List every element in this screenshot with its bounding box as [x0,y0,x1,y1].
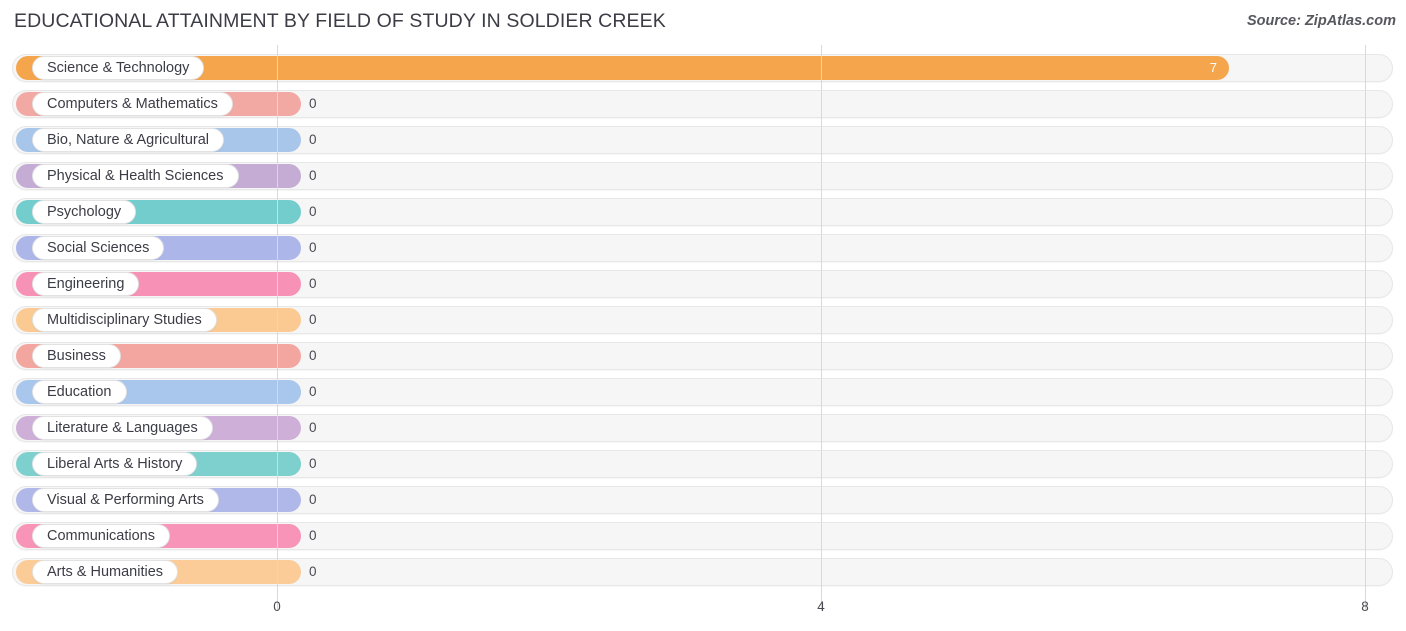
category-label: Communications [47,527,155,544]
category-label: Education [47,383,112,400]
chart-row[interactable]: 0 Business [0,338,1406,374]
category-label-pill[interactable]: Visual & Performing Arts [32,488,219,512]
source-attribution: Source: ZipAtlas.com [1246,13,1396,29]
chart-row[interactable]: 0 Multidisciplinary Studies [0,302,1406,338]
category-label-pill[interactable]: Social Sciences [32,236,165,260]
gridline-8 [1365,45,1366,597]
chart-row[interactable]: 0 Education [0,374,1406,410]
category-label: Multidisciplinary Studies [47,311,202,328]
chart-header: EDUCATIONAL ATTAINMENT BY FIELD OF STUDY… [0,0,1406,45]
chart-row[interactable]: 0 Social Sciences [0,230,1406,266]
bar-value-label: 0 [309,492,317,507]
x-tick-label: 0 [273,599,281,614]
x-tick-label: 4 [817,599,825,614]
x-tick-label: 8 [1361,599,1369,614]
category-label-pill[interactable]: Literature & Languages [32,416,213,440]
category-label: Bio, Nature & Agricultural [47,131,209,148]
bar-value-label: 0 [309,564,317,579]
chart-row[interactable]: 0 Visual & Performing Arts [0,482,1406,518]
page-title: EDUCATIONAL ATTAINMENT BY FIELD OF STUDY… [14,10,666,32]
chart-row[interactable]: 0 Engineering [0,266,1406,302]
category-label: Arts & Humanities [47,563,164,580]
category-label: Computers & Mathematics [47,95,218,112]
chart-row[interactable]: 0 Bio, Nature & Agricultural [0,122,1406,158]
bar-value-label: 0 [309,312,317,327]
category-label-pill[interactable]: Engineering [32,272,140,296]
bar-value-label: 0 [309,204,317,219]
category-label-pill[interactable]: Communications [32,524,170,548]
category-label-pill[interactable]: Education [32,380,127,404]
bar-value-label: 0 [309,132,317,147]
category-label-pill[interactable]: Bio, Nature & Agricultural [32,128,224,152]
category-label-pill[interactable]: Multidisciplinary Studies [32,308,217,332]
category-label: Literature & Languages [47,419,198,436]
category-label: Engineering [47,275,125,292]
chart-plot-area: 7 Science & Technology 0 Computers & Mathem… [0,45,1406,597]
chart-row[interactable]: 0 Communications [0,518,1406,554]
chart-row[interactable]: 0 Computers & Mathematics [0,86,1406,122]
category-label: Social Sciences [47,239,150,256]
bar-value-label: 0 [309,168,317,183]
bar-value-label: 0 [309,456,317,471]
category-label-pill[interactable]: Computers & Mathematics [32,92,233,116]
bar-value-label: 0 [309,96,317,111]
chart-row[interactable]: 0 Psychology [0,194,1406,230]
chart-row[interactable]: 0 Arts & Humanities [0,554,1406,590]
bar-value-label: 0 [309,528,317,543]
chart-row[interactable]: 0 Literature & Languages [0,410,1406,446]
category-label: Physical & Health Sciences [47,167,224,184]
chart-row[interactable]: 0 Liberal Arts & History [0,446,1406,482]
bar-value-label: 7 [1209,60,1217,75]
bar-value-label: 0 [309,384,317,399]
bar-value-label: 0 [309,420,317,435]
chart-row[interactable]: 0 Physical & Health Sciences [0,158,1406,194]
category-label: Liberal Arts & History [47,455,183,472]
bar-value-label: 0 [309,240,317,255]
category-label: Business [47,347,106,364]
category-label-pill[interactable]: Science & Technology [32,56,205,80]
bar-value-label: 0 [309,348,317,363]
category-label-pill[interactable]: Liberal Arts & History [32,452,198,476]
category-label: Science & Technology [47,59,190,76]
category-label-pill[interactable]: Arts & Humanities [32,560,179,584]
category-label: Visual & Performing Arts [47,491,204,508]
category-label-pill[interactable]: Psychology [32,200,137,224]
chart-row[interactable]: 7 Science & Technology [0,50,1406,86]
gridline-0 [277,45,278,597]
bar-value-label: 0 [309,276,317,291]
x-axis: 0 4 8 [0,597,1406,631]
gridline-4 [821,45,822,597]
category-label-pill[interactable]: Physical & Health Sciences [32,164,239,188]
category-label-pill[interactable]: Business [32,344,121,368]
category-label: Psychology [47,203,122,220]
